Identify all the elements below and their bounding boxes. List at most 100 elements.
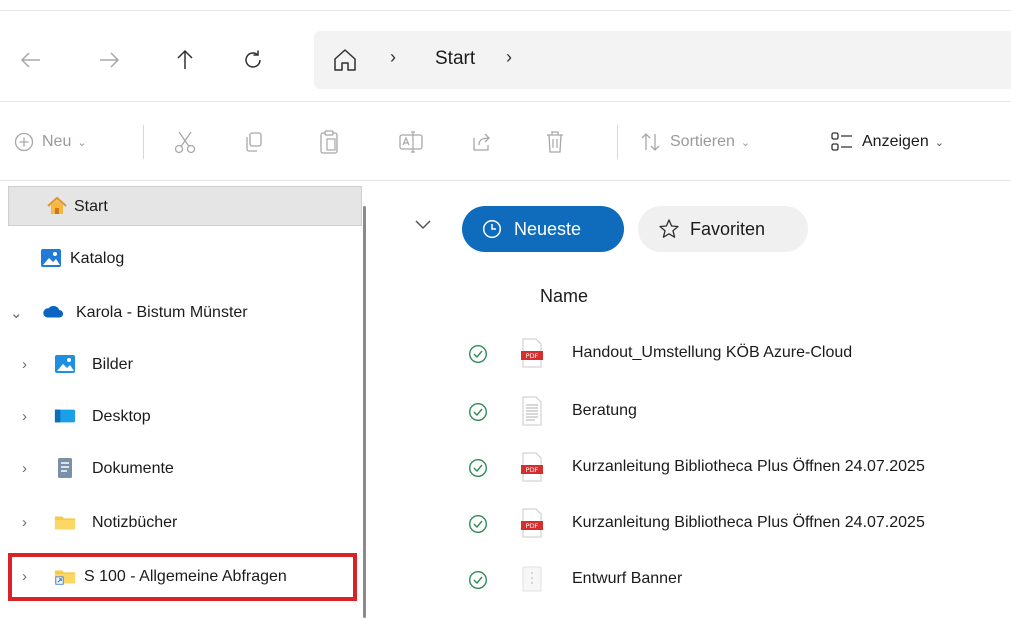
arrow-up-icon [177, 49, 193, 69]
copy-button[interactable] [242, 125, 266, 159]
view-button[interactable]: Anzeigen ⌄ [830, 125, 944, 159]
refresh-button[interactable] [236, 43, 270, 77]
sidebar-item-katalog[interactable]: Katalog [0, 238, 360, 280]
home-icon [334, 49, 356, 71]
sidebar-item-onedrive[interactable]: ⌄ Karola - Bistum Münster [0, 292, 360, 334]
chevron-down-icon: ⌄ [934, 136, 944, 149]
pdf-file-icon: PDF [521, 508, 543, 538]
sidebar-item-label: Bilder [92, 356, 133, 373]
gallery-icon [41, 249, 61, 267]
toolbar-divider [143, 125, 144, 159]
sidebar-item-desktop[interactable]: › Desktop [0, 396, 360, 438]
sidebar-item-label: Notizbücher [92, 514, 178, 531]
delete-button[interactable] [544, 125, 566, 159]
sidebar-item-dokumente[interactable]: › Dokumente [0, 448, 360, 490]
sidebar-scrollbar[interactable] [363, 206, 366, 618]
sidebar-item-label: Desktop [92, 408, 151, 425]
file-row[interactable]: PDF Kurzanleitung Bibliotheca Plus Öffne… [376, 500, 1011, 550]
cropped-top-strip [0, 0, 1011, 10]
file-row[interactable]: Entwurf Banner [376, 556, 1011, 606]
file-name: Kurzanleitung Bibliotheca Plus Öffnen 24… [572, 458, 925, 475]
sync-ok-icon [468, 514, 488, 534]
plus-circle-icon [14, 132, 34, 152]
breadcrumb-start[interactable]: Start [435, 48, 475, 70]
forward-button[interactable] [92, 43, 126, 77]
cut-button[interactable] [172, 125, 198, 159]
file-name: Handout_Umstellung KÖB Azure-Cloud [572, 344, 853, 361]
sync-ok-icon [468, 344, 488, 364]
file-name: Kurzanleitung Bibliotheca Plus Öffnen 24… [572, 514, 925, 531]
copy-icon [246, 132, 262, 152]
sort-label: Sortieren [670, 133, 735, 150]
file-row[interactable]: Beratung [376, 388, 1011, 438]
tab-favoriten[interactable]: Favoriten [638, 206, 808, 252]
column-header-name[interactable]: Name [540, 286, 588, 307]
sort-button[interactable]: Sortieren ⌄ [640, 125, 750, 159]
pdf-file-icon: PDF [521, 452, 543, 482]
view-label: Anzeigen [862, 133, 929, 150]
sync-ok-icon [468, 570, 488, 590]
pictures-folder-icon [55, 355, 75, 373]
new-label: Neu [42, 133, 72, 150]
share-icon [473, 133, 490, 151]
address-bar[interactable]: › Start › [314, 31, 1011, 89]
desktop-folder-icon [54, 409, 76, 423]
tab-label: Favoriten [690, 218, 766, 239]
sidebar-item-notizbuecher[interactable]: › Notizbücher [0, 502, 360, 544]
file-row[interactable]: PDF Kurzanleitung Bibliotheca Plus Öffne… [376, 444, 1011, 494]
navigation-bar: › Start › [0, 10, 1011, 102]
sort-icon [641, 133, 660, 151]
text-file-icon [522, 396, 542, 426]
file-name: Beratung [572, 402, 637, 419]
image-file-icon [522, 566, 542, 592]
arrow-right-icon [100, 52, 120, 68]
folder-icon [54, 516, 76, 530]
chevron-down-icon: ⌄ [77, 136, 87, 149]
onedrive-cloud-icon [43, 305, 64, 318]
toolbar-divider [617, 125, 618, 159]
chevron-right-icon[interactable]: › [22, 408, 27, 425]
documents-folder-icon [58, 458, 72, 478]
sidebar-item-label: Katalog [70, 250, 125, 267]
command-toolbar: Neu ⌄ Sortieren ⌄ Anzeigen ⌄ [0, 103, 1011, 181]
chevron-down-icon[interactable] [414, 218, 432, 230]
breadcrumb-separator-icon: › [390, 47, 396, 67]
file-name: Entwurf Banner [572, 570, 683, 587]
file-row[interactable]: PDF Handout_Umstellung KÖB Azure-Cloud [376, 330, 1011, 380]
rename-button[interactable] [398, 125, 424, 159]
up-button[interactable] [168, 43, 202, 77]
clock-icon [482, 219, 502, 239]
pdf-file-icon: PDF [521, 338, 543, 368]
chevron-right-icon[interactable]: › [22, 514, 27, 531]
star-icon [659, 219, 679, 238]
sync-ok-icon [468, 402, 488, 422]
chevron-down-icon: ⌄ [740, 136, 751, 149]
trash-icon [547, 131, 563, 153]
sidebar-item-label: Start [74, 198, 108, 215]
highlight-annotation-box [8, 553, 357, 601]
rename-icon [399, 131, 423, 153]
scissors-icon [174, 131, 196, 154]
svg-text:PDF: PDF [526, 522, 539, 530]
arrow-left-icon [20, 52, 40, 68]
chevron-right-icon[interactable]: › [22, 460, 27, 477]
svg-text:PDF: PDF [526, 466, 539, 474]
svg-text:PDF: PDF [526, 352, 539, 360]
tab-neueste[interactable]: Neueste [462, 206, 624, 252]
paste-button[interactable] [318, 125, 340, 159]
share-button[interactable] [470, 125, 494, 159]
view-list-icon [831, 132, 852, 151]
chevron-right-icon[interactable]: › [22, 356, 27, 373]
new-button[interactable]: Neu ⌄ [14, 125, 87, 159]
home-icon [47, 196, 67, 214]
sync-ok-icon [468, 458, 488, 478]
refresh-icon [245, 50, 261, 68]
sidebar-item-start[interactable]: Start [0, 186, 360, 228]
sidebar-item-label: Karola - Bistum Münster [76, 304, 248, 321]
back-button[interactable] [14, 43, 48, 77]
sidebar-item-bilder[interactable]: › Bilder [0, 344, 360, 386]
sidebar-item-label: Dokumente [92, 460, 174, 477]
clipboard-icon [320, 130, 338, 154]
chevron-down-icon[interactable]: ⌄ [10, 304, 23, 322]
breadcrumb-separator-icon[interactable]: › [506, 47, 512, 68]
